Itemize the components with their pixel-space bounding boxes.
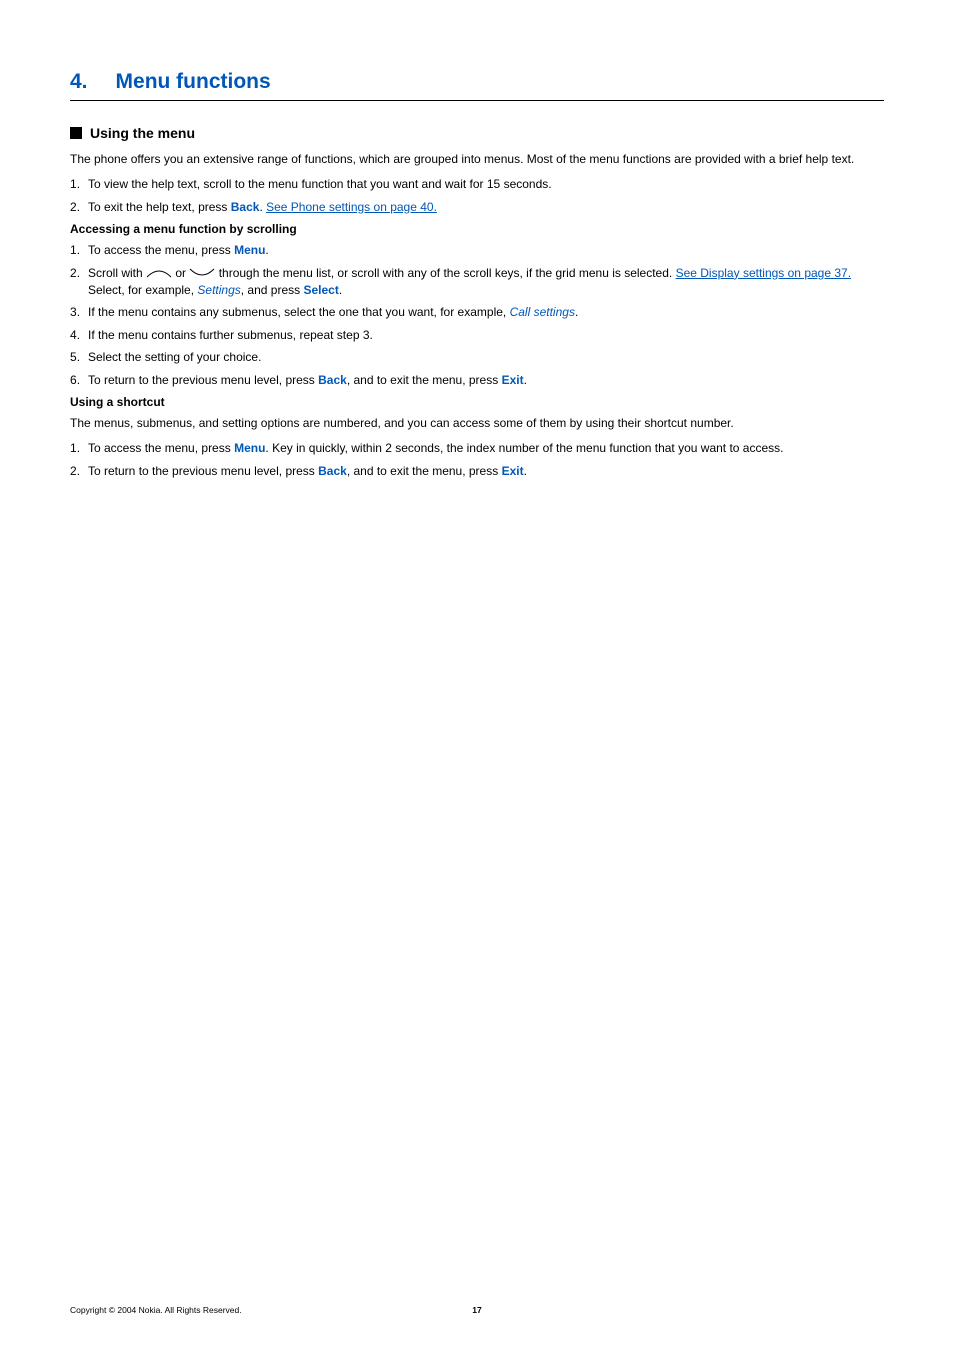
section-bullet-icon	[70, 127, 82, 139]
section-heading: Using the menu	[90, 125, 195, 141]
step-text: To exit the help text, press	[88, 200, 231, 214]
subheading-shortcut: Using a shortcut	[70, 395, 884, 409]
list-item: To exit the help text, press Back. See P…	[70, 199, 884, 216]
step-text: Select, for example,	[88, 283, 197, 297]
step-text: To view the help text, scroll to the men…	[88, 177, 552, 191]
scroll-down-icon	[189, 268, 215, 278]
ui-label-menu: Menu	[234, 441, 265, 455]
footer: Copyright © 2004 Nokia. All Rights Reser…	[70, 1305, 884, 1315]
step-text: If the menu contains any submenus, selec…	[88, 305, 510, 319]
section-title: Using the menu	[70, 125, 884, 141]
step-text: or	[172, 266, 189, 280]
ui-label-back: Back	[318, 464, 347, 478]
step-text: .	[575, 305, 578, 319]
step-text: To access the menu, press	[88, 243, 234, 257]
step-text: .	[524, 373, 527, 387]
step-text: To access the menu, press	[88, 441, 234, 455]
step-text: .	[339, 283, 342, 297]
list-item: To access the menu, press Menu.	[70, 242, 884, 259]
list-item: To view the help text, scroll to the men…	[70, 176, 884, 193]
chapter-title: 4. Menu functions	[70, 70, 884, 101]
step-text: If the menu contains further submenus, r…	[88, 328, 373, 342]
list-item: To return to the previous menu level, pr…	[70, 463, 884, 480]
link-phone-settings[interactable]: See Phone settings on page 40.	[266, 200, 437, 214]
list-item: If the menu contains any submenus, selec…	[70, 304, 884, 321]
list-item: To return to the previous menu level, pr…	[70, 372, 884, 389]
ui-label-exit: Exit	[502, 464, 524, 478]
step-text: .	[265, 243, 268, 257]
step-text: .	[524, 464, 527, 478]
step-text: To return to the previous menu level, pr…	[88, 373, 318, 387]
ui-label-back: Back	[318, 373, 347, 387]
step-text: . Key in quickly, within 2 seconds, the …	[265, 441, 783, 455]
step-text: , and press	[241, 283, 304, 297]
ui-label-back: Back	[231, 200, 260, 214]
step-text: through the menu list, or scroll with an…	[215, 266, 675, 280]
page-number: 17	[472, 1305, 481, 1315]
link-display-settings[interactable]: See Display settings on page 37.	[676, 266, 851, 280]
ui-label-select: Select	[303, 283, 338, 297]
shortcut-intro: The menus, submenus, and setting options…	[70, 415, 884, 432]
step-text: Scroll with	[88, 266, 146, 280]
copyright: Copyright © 2004 Nokia. All Rights Reser…	[70, 1305, 242, 1315]
list-item: If the menu contains further submenus, r…	[70, 327, 884, 344]
step-text: To return to the previous menu level, pr…	[88, 464, 318, 478]
menu-item-settings: Settings	[197, 283, 240, 297]
list-item: Select the setting of your choice.	[70, 349, 884, 366]
access-steps-list: To access the menu, press Menu. Scroll w…	[70, 242, 884, 389]
step-text: , and to exit the menu, press	[347, 373, 502, 387]
chapter-name: Menu functions	[116, 70, 271, 94]
chapter-number: 4.	[70, 70, 88, 94]
step-text: Select the setting of your choice.	[88, 350, 261, 364]
list-item: Scroll with or through the menu list, or…	[70, 265, 884, 300]
shortcut-steps-list: To access the menu, press Menu. Key in q…	[70, 440, 884, 480]
ui-label-exit: Exit	[502, 373, 524, 387]
subheading-scrolling: Accessing a menu function by scrolling	[70, 222, 884, 236]
menu-item-call-settings: Call settings	[510, 305, 575, 319]
scroll-up-icon	[146, 268, 172, 278]
section-intro: The phone offers you an extensive range …	[70, 151, 884, 168]
list-item: To access the menu, press Menu. Key in q…	[70, 440, 884, 457]
step-text: , and to exit the menu, press	[347, 464, 502, 478]
help-steps-list: To view the help text, scroll to the men…	[70, 176, 884, 216]
ui-label-menu: Menu	[234, 243, 265, 257]
